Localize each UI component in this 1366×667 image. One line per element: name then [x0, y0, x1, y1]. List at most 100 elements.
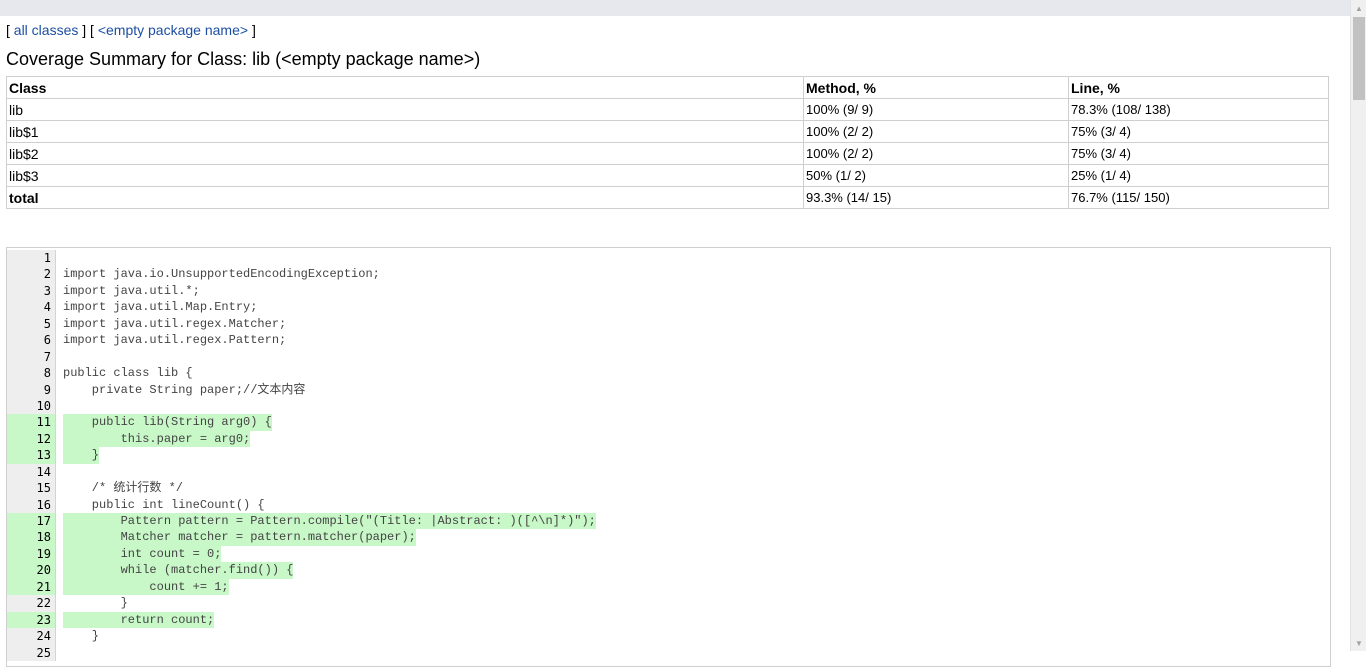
method-coverage-cell: 50% (1/ 2) [803, 164, 1069, 187]
method-coverage-cell: 100% (9/ 9) [803, 98, 1069, 121]
breadcrumb-close: ] [251, 22, 256, 38]
line-code: public int lineCount() { [56, 497, 1330, 513]
source-line: 25 [7, 644, 1330, 661]
line-code: /* 统计行数 */ [56, 480, 1330, 496]
source-line: 22 } [7, 595, 1330, 612]
line-code: while (matcher.find()) { [56, 562, 1330, 579]
source-line: 15 /* 统计行数 */ [7, 480, 1330, 497]
source-code-view: 1 2 import java.io.UnsupportedEncodingExce… [6, 247, 1331, 667]
source-line: 20 while (matcher.find()) { [7, 562, 1330, 579]
class-name-cell: lib$1 [6, 120, 804, 143]
line-number: 20 [7, 562, 56, 579]
line-code [56, 645, 1330, 661]
line-code: int count = 0; [56, 545, 1330, 563]
line-code-text: this.paper = arg0; [63, 430, 251, 448]
line-code-text: return count; [63, 611, 215, 629]
source-line: 6 import java.util.regex.Pattern; [7, 332, 1330, 349]
line-code-text: private String paper;//文本内容 [63, 382, 306, 397]
line-number: 22 [7, 595, 56, 612]
line-code-text: import java.io.UnsupportedEncodingExcept… [63, 267, 380, 282]
scroll-up-arrow-icon[interactable]: ▲ [1351, 0, 1366, 16]
line-code-text: public class lib { [63, 366, 193, 381]
source-line: 12 this.paper = arg0; [7, 430, 1330, 448]
source-line: 8 public class lib { [7, 365, 1330, 382]
source-line: 2 import java.io.UnsupportedEncodingExcep… [7, 266, 1330, 283]
line-code-text: /* 统计行数 */ [63, 481, 184, 496]
line-code [56, 250, 1330, 266]
line-number: 24 [7, 628, 56, 645]
line-coverage-cell: 78.3% (108/ 138) [1068, 98, 1329, 121]
source-line: 24 } [7, 628, 1330, 645]
method-coverage-cell: 100% (2/ 2) [803, 142, 1069, 165]
source-line: 9 private String paper;//文本内容 [7, 381, 1330, 398]
report-content: [ all classes ] [ <empty package name> ]… [6, 20, 1331, 209]
line-code-text: } [63, 629, 100, 644]
package-link[interactable]: <empty package name> [98, 22, 248, 38]
line-number: 25 [7, 644, 56, 661]
header-method: Method, % [803, 76, 1069, 99]
breadcrumb: [ all classes ] [ <empty package name> ] [6, 20, 1331, 40]
line-code: } [56, 447, 1330, 464]
line-number: 15 [7, 480, 56, 497]
class-name-cell: lib$2 [6, 142, 804, 165]
line-code-text: import java.util.Map.Entry; [63, 300, 258, 315]
line-number: 12 [7, 430, 56, 448]
line-number: 6 [7, 332, 56, 349]
line-number: 11 [7, 414, 56, 431]
coverage-summary-table: Class Method, % Line, % lib 100% (9/ 9) … [6, 76, 1329, 209]
line-code-text: Pattern pattern = Pattern.compile("(Titl… [63, 513, 596, 530]
line-code: this.paper = arg0; [56, 430, 1330, 448]
line-number: 18 [7, 529, 56, 546]
line-coverage-cell: 75% (3/ 4) [1068, 142, 1329, 165]
line-code-text: while (matcher.find()) { [63, 562, 294, 579]
line-code: } [56, 595, 1330, 611]
header-class: Class [6, 76, 804, 99]
line-code: import java.io.UnsupportedEncodingExcept… [56, 266, 1330, 282]
scrollbar-thumb[interactable] [1353, 17, 1365, 100]
line-number: 5 [7, 315, 56, 333]
line-number: 23 [7, 611, 56, 629]
line-code-text: } [63, 596, 128, 611]
total-method-cell: 93.3% (14/ 15) [803, 186, 1069, 209]
header-line: Line, % [1068, 76, 1329, 99]
all-classes-link[interactable]: all classes [14, 22, 79, 38]
scroll-down-arrow-icon[interactable]: ▼ [1351, 635, 1366, 651]
vertical-scrollbar[interactable]: ▲ ▼ [1350, 0, 1366, 651]
table-row: lib$1 100% (2/ 2) 75% (3/ 4) [6, 120, 1329, 143]
line-code: private String paper;//文本内容 [56, 382, 1330, 398]
line-code: public lib(String arg0) { [56, 414, 1330, 431]
source-line: 21 count += 1; [7, 578, 1330, 596]
line-code-text: int count = 0; [63, 545, 222, 563]
table-row: lib$2 100% (2/ 2) 75% (3/ 4) [6, 142, 1329, 165]
line-code: count += 1; [56, 578, 1330, 596]
line-number: 19 [7, 545, 56, 563]
line-number: 13 [7, 447, 56, 464]
line-code: Matcher matcher = pattern.matcher(paper)… [56, 529, 1330, 546]
line-number: 3 [7, 282, 56, 300]
line-number: 14 [7, 463, 56, 481]
line-number: 10 [7, 397, 56, 415]
source-line: 13 } [7, 447, 1330, 464]
source-line: 1 [7, 250, 1330, 267]
line-code [56, 398, 1330, 414]
line-coverage-cell: 75% (3/ 4) [1068, 120, 1329, 143]
source-line: 14 [7, 463, 1330, 481]
line-code: Pattern pattern = Pattern.compile("(Titl… [56, 513, 1330, 530]
line-code: import java.util.regex.Pattern; [56, 332, 1330, 348]
source-line: 18 Matcher matcher = pattern.matcher(pap… [7, 529, 1330, 546]
line-number: 2 [7, 266, 56, 283]
line-coverage-cell: 25% (1/ 4) [1068, 164, 1329, 187]
line-number: 4 [7, 299, 56, 316]
line-code-text: } [63, 447, 100, 464]
line-code-text: import java.util.regex.Matcher; [63, 316, 287, 331]
method-coverage-cell: 100% (2/ 2) [803, 120, 1069, 143]
total-line-cell: 76.7% (115/ 150) [1068, 186, 1329, 209]
table-row: lib$3 50% (1/ 2) 25% (1/ 4) [6, 164, 1329, 187]
line-number: 7 [7, 348, 56, 366]
line-code-text: count += 1; [63, 578, 229, 596]
line-number: 17 [7, 513, 56, 530]
source-line: 3 import java.util.*; [7, 282, 1330, 300]
line-number: 21 [7, 578, 56, 596]
line-number: 8 [7, 365, 56, 382]
line-number: 9 [7, 381, 56, 398]
